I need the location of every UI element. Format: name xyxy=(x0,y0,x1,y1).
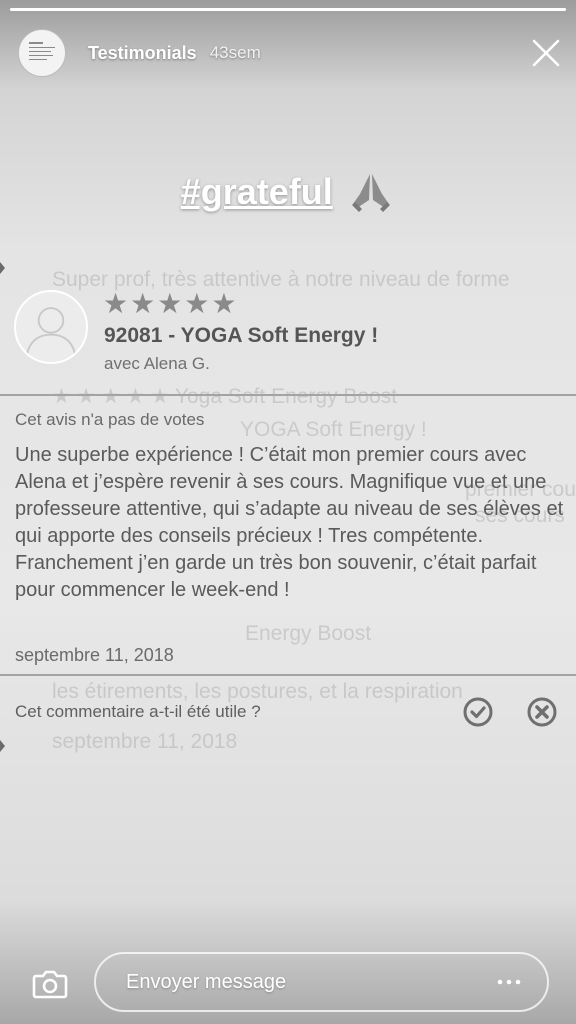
background-text: Energy Boost xyxy=(245,622,372,645)
review-header: ★★★★★ 92081 - YOGA Soft Energy ! avec Al… xyxy=(0,280,576,394)
story-title[interactable]: Testimonials xyxy=(88,43,197,64)
divider xyxy=(0,674,576,676)
background-text: septembre 11, 2018 xyxy=(52,730,238,753)
story-progress-bar xyxy=(10,8,566,11)
edge-marker xyxy=(0,740,5,752)
story-timestamp: 43sem xyxy=(209,43,261,62)
star-rating: ★★★★★ xyxy=(103,288,239,319)
review-body: Une superbe expérience ! C’était mon pre… xyxy=(15,444,564,601)
review-title[interactable]: 92081 - YOGA Soft Energy ! xyxy=(104,324,378,348)
background-text: les étirements, les postures, et la resp… xyxy=(52,680,463,703)
review-subtitle: avec Alena G. xyxy=(104,354,210,373)
edge-marker xyxy=(0,262,5,274)
votes-text: Cet avis n'a pas de votes xyxy=(15,410,205,429)
divider xyxy=(0,394,576,396)
hashtag-sticker[interactable]: #grateful xyxy=(0,168,576,216)
user-silhouette-icon xyxy=(25,307,77,359)
message-composer: Envoyer message xyxy=(0,950,576,1014)
hashtag-text: #grateful xyxy=(180,171,333,212)
praying-hands-icon xyxy=(352,174,391,212)
helpful-question: Cet commentaire a-t-il été utile ? xyxy=(15,702,261,721)
background-text: YOGA Soft Energy ! xyxy=(240,418,427,441)
review-date: septembre 11, 2018 xyxy=(15,645,174,665)
message-placeholder: Envoyer message xyxy=(126,970,287,993)
camera-icon[interactable] xyxy=(30,964,70,1004)
profile-avatar[interactable] xyxy=(18,29,66,77)
x-circle-icon[interactable] xyxy=(526,696,558,728)
reviewer-avatar xyxy=(14,290,88,364)
close-icon[interactable] xyxy=(530,37,562,69)
check-circle-icon[interactable] xyxy=(462,696,494,728)
message-input[interactable]: Envoyer message xyxy=(94,952,549,1012)
story-header: Testimonials 43sem xyxy=(18,26,562,80)
more-dots-icon[interactable] xyxy=(497,978,521,986)
story-progress-fill xyxy=(10,8,566,11)
